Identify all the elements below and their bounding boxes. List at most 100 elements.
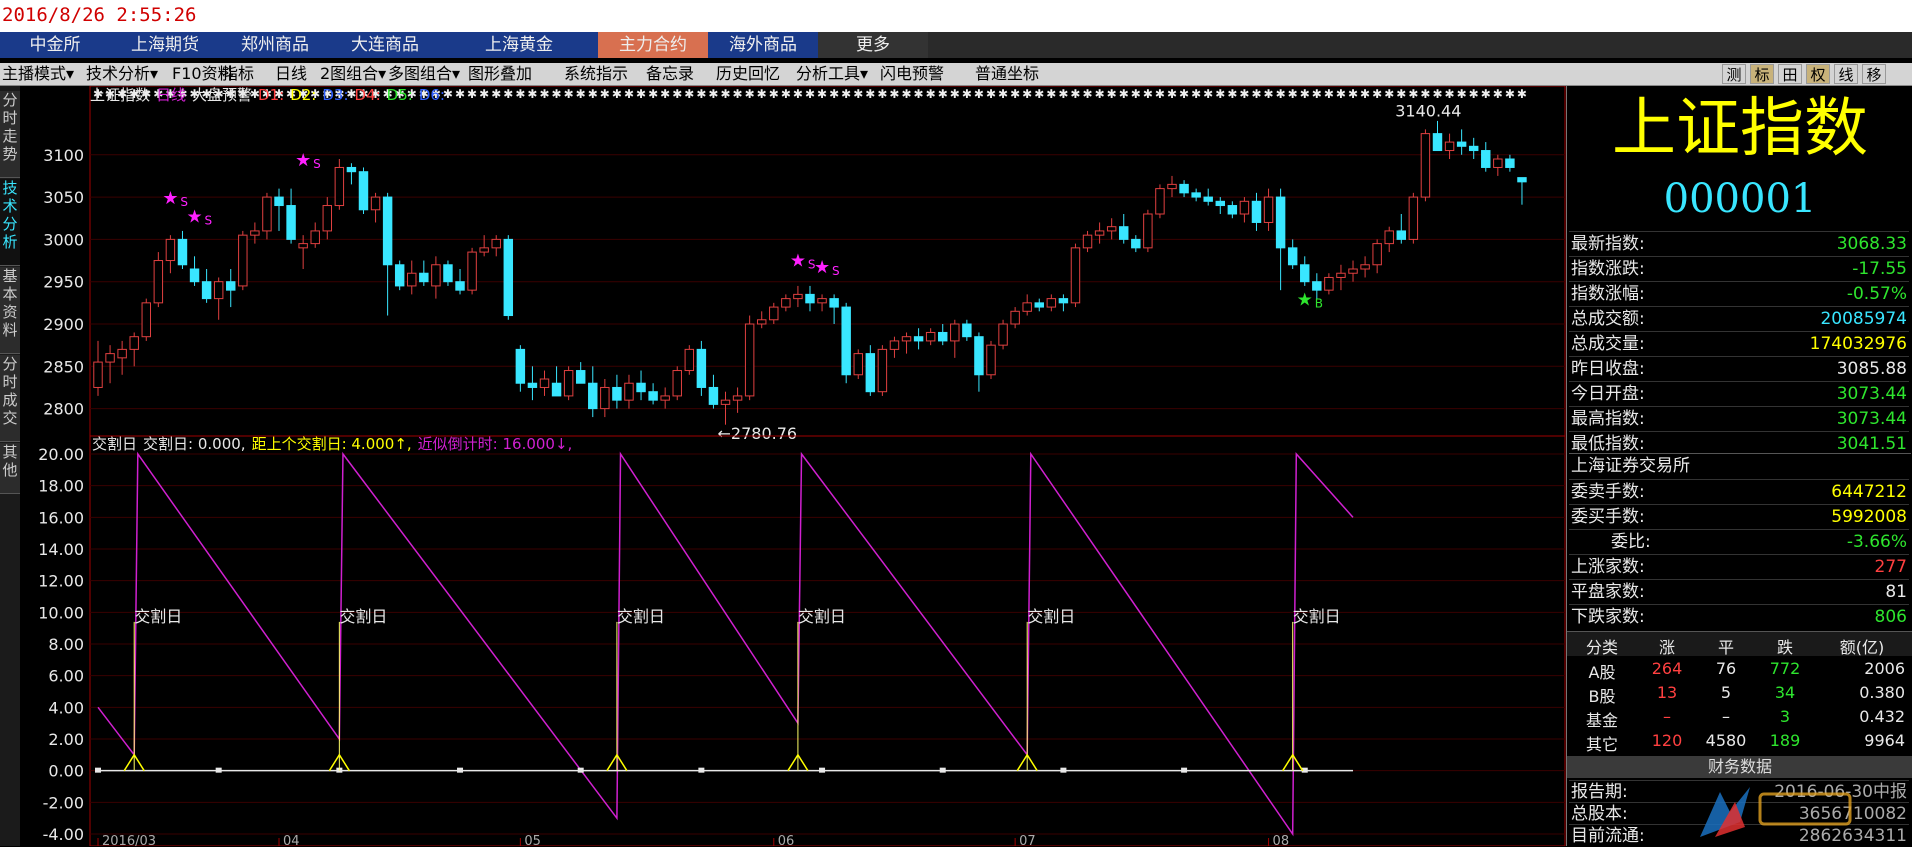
- sidebar-item[interactable]: 分时走势: [0, 91, 20, 178]
- toolbar-right-button[interactable]: 田: [1778, 64, 1802, 84]
- candle-body: [962, 323, 972, 338]
- finance-header[interactable]: 财务数据: [1567, 756, 1912, 778]
- toolbar-right-button[interactable]: 权: [1806, 64, 1830, 84]
- exchange-tab[interactable]: 更多: [818, 32, 928, 58]
- signal-star: ★: [1297, 289, 1313, 310]
- candle-body: [1324, 276, 1334, 291]
- quote-row: 今日开盘: 3073.44: [1569, 381, 1909, 407]
- warning-dot: ✱: [1010, 87, 1020, 101]
- candle: [962, 319, 972, 341]
- candle-body: [1408, 196, 1419, 240]
- toolbar-button[interactable]: 指标: [222, 63, 254, 85]
- exchange-tab[interactable]: 海外商品: [708, 32, 818, 58]
- quote-value: 81: [1885, 582, 1907, 602]
- candle-body: [93, 361, 103, 388]
- candle: [503, 235, 514, 320]
- toolbar-right-button[interactable]: 标: [1750, 64, 1774, 84]
- exchange-tab[interactable]: 上海黄金: [440, 32, 598, 58]
- y-tick-label: 2850: [43, 357, 84, 376]
- toolbar-button[interactable]: 技术分析▾: [86, 63, 158, 85]
- toolbar-button[interactable]: 主播模式▾: [2, 63, 74, 85]
- toolbar-button[interactable]: 日线: [275, 63, 307, 85]
- toolbar-button[interactable]: 分析工具▾: [796, 63, 868, 85]
- candle: [1155, 184, 1165, 219]
- toolbar-button[interactable]: 备忘录: [646, 63, 694, 85]
- table-header-cell: 分类: [1585, 638, 1618, 657]
- table-cell: 9964: [1864, 731, 1905, 750]
- table-cell: 其它: [1585, 735, 1618, 754]
- warning-dot: ✱: [1046, 87, 1056, 101]
- table-cell: B股: [1588, 687, 1616, 706]
- candle: [1360, 256, 1370, 278]
- sidebar-item[interactable]: 基本资料: [0, 267, 20, 354]
- x-tick-label: 05: [524, 834, 541, 846]
- candle-body: [1070, 247, 1081, 304]
- candle-body: [925, 331, 936, 342]
- quote-row: 下跌家数: 806: [1569, 604, 1909, 630]
- warning-dot: ✱: [1517, 87, 1527, 101]
- candle: [1179, 180, 1189, 198]
- candle-body: [443, 264, 453, 283]
- candle-body: [793, 293, 803, 300]
- warning-dot: ✱: [1276, 87, 1286, 101]
- exchange-tabs: 中金所 上海期货 郑州商品 大连商品 上海黄金 主力合约 海外商品 更多: [0, 32, 1912, 58]
- candle: [672, 366, 682, 401]
- quote-value: 20085974: [1820, 309, 1907, 329]
- sidebar-item[interactable]: 分时成交: [0, 355, 20, 442]
- candle: [370, 192, 381, 223]
- toolbar-right-button[interactable]: 测: [1722, 64, 1746, 84]
- candle-body: [938, 331, 948, 342]
- candle: [1493, 154, 1503, 176]
- exchange-tab[interactable]: 郑州商品: [220, 32, 330, 58]
- toolbar-button[interactable]: 普通坐标: [975, 63, 1039, 85]
- chart-area[interactable]: 2800285029002950300030503100✱ ✱ ✱ ✱ ✱ ✱ ✱ ✱ ✱ ✱ ✱ ✱…: [20, 86, 1566, 846]
- candle-body: [865, 353, 876, 393]
- candle-body: [201, 281, 212, 300]
- candle-body: [141, 302, 151, 338]
- toolbar-right-button[interactable]: 线: [1834, 64, 1858, 84]
- candle-body: [1444, 141, 1455, 152]
- y-tick-label: -2.00: [43, 793, 84, 812]
- candle: [986, 340, 996, 379]
- candle-body: [455, 281, 465, 291]
- finance-label: 目前流通:: [1571, 826, 1645, 846]
- table-cell: 2006: [1864, 659, 1905, 678]
- toolbar-button[interactable]: 闪电预警: [880, 63, 944, 85]
- signal-label: S: [832, 264, 840, 278]
- candle-body: [1191, 192, 1201, 198]
- candle: [1227, 201, 1238, 219]
- toolbar-button[interactable]: 历史回忆: [716, 63, 780, 85]
- quote-label: 平盘家数:: [1571, 582, 1645, 602]
- candle-body: [407, 272, 417, 287]
- exchange-tab[interactable]: 中金所: [0, 32, 110, 58]
- y-tick-label: 2900: [43, 315, 84, 334]
- candle: [1505, 154, 1515, 172]
- exchange-tab[interactable]: 上海期货: [110, 32, 220, 58]
- candle-body: [189, 268, 200, 283]
- candle: [624, 374, 634, 409]
- sidebar-item[interactable]: 其他: [0, 443, 20, 494]
- warning-dot: ✱: [1300, 87, 1310, 101]
- table-header-cell: 跌: [1776, 638, 1793, 657]
- exchange-tab[interactable]: 主力合约: [598, 32, 708, 58]
- candle: [213, 277, 224, 320]
- candle: [1203, 188, 1213, 206]
- toolbar-button[interactable]: 2图组合▾: [320, 63, 386, 85]
- candle-body: [1456, 141, 1467, 147]
- toolbar-button[interactable]: 图形叠加: [468, 63, 532, 85]
- warning-dot: ✱: [1155, 87, 1165, 101]
- candle: [201, 269, 212, 303]
- candle-body: [720, 399, 731, 405]
- sidebar-item[interactable]: 技术分析: [0, 179, 20, 266]
- candle: [117, 340, 127, 375]
- legend-entry: 交割日: [92, 435, 138, 453]
- candle-body: [503, 238, 514, 317]
- exchange-tab[interactable]: 大连商品: [330, 32, 440, 58]
- candle: [1312, 273, 1322, 299]
- x-tick-label: 07: [1019, 834, 1036, 846]
- x-tick-label: 2016/03: [102, 834, 156, 846]
- toolbar-button[interactable]: 多图组合▾: [388, 63, 460, 85]
- toolbar-button[interactable]: 系统指示: [564, 63, 628, 85]
- warning-dot: ✱: [588, 87, 598, 101]
- toolbar-right-button[interactable]: 移: [1862, 64, 1886, 84]
